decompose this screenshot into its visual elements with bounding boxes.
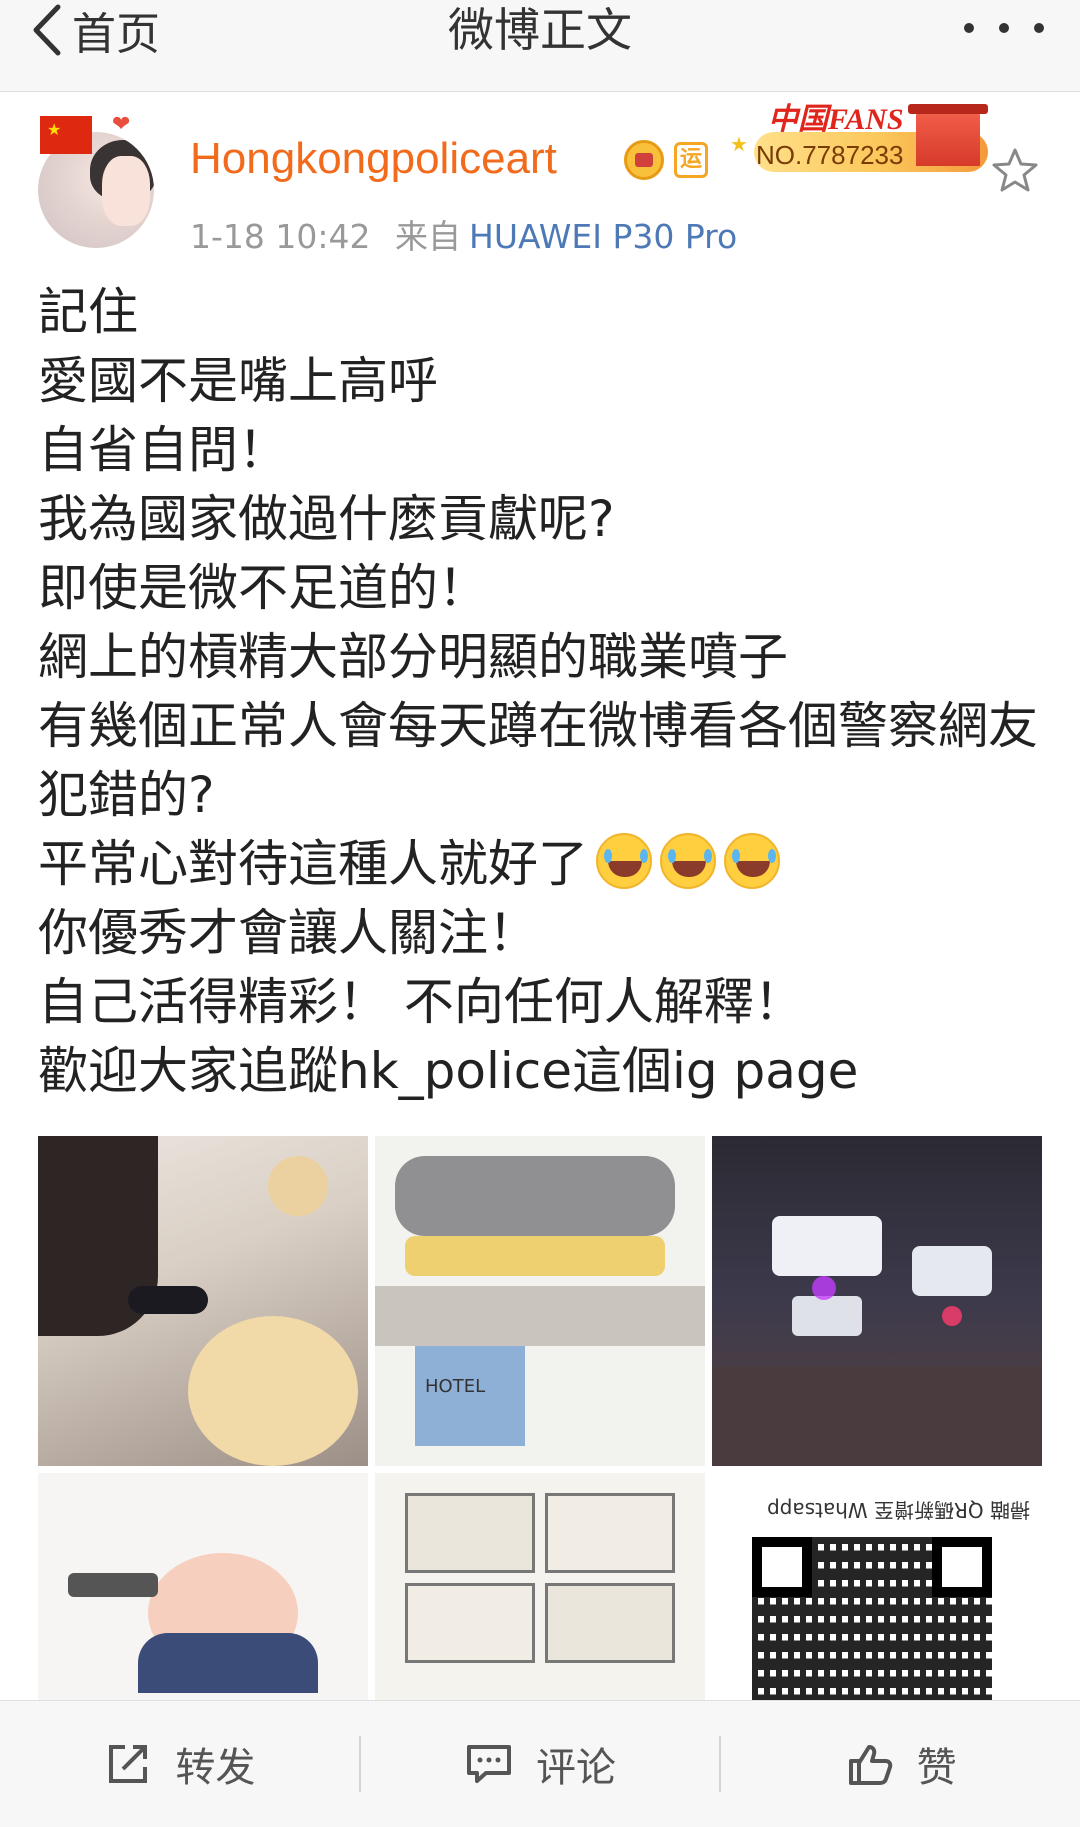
username[interactable]: Hongkongpoliceart (190, 134, 557, 184)
china-flag-icon: ★ (40, 116, 92, 154)
small-star-icon: ★ (730, 132, 748, 156)
van-shape (912, 1246, 992, 1296)
bottom-action-bar: 转发 评论 赞 (0, 1700, 1080, 1827)
image-grid: HOTEL 掃瞄 QR碼新增至 Whatsapp (38, 1136, 1042, 1700)
hearts-decoration-icon: ❤ (112, 112, 131, 137)
content-line: 記住 (38, 283, 138, 341)
comment-button[interactable]: 评论 (361, 1701, 720, 1827)
more-icon-dot (999, 23, 1009, 33)
star-icon[interactable] (990, 146, 1040, 196)
chevron-left-icon (33, 4, 61, 56)
fans-badge[interactable]: 中国FANS NO.7787233 ★ (730, 92, 1004, 184)
cartoon-officer-cap (138, 1633, 318, 1693)
content-line: 自己活得精彩！ 不向任何人解釋！ (38, 973, 804, 1031)
street-buildings (712, 1366, 1042, 1466)
fans-number: NO.7787233 (756, 140, 904, 170)
source-link[interactable]: HUAWEI P30 Pro (469, 217, 737, 256)
sunglasses-shape (128, 1286, 208, 1314)
comment-label: 评论 (536, 1745, 616, 1791)
laugh-cry-emoji-icon (724, 833, 780, 889)
hotel-sign: HOTEL (425, 1376, 486, 1397)
image-thumbnail-comic-panels[interactable] (375, 1473, 705, 1700)
image-thumbnail-qr-code[interactable]: 掃瞄 QR碼新增至 Whatsapp (712, 1473, 1042, 1700)
cartoon-gun (68, 1573, 158, 1597)
van-shape (792, 1296, 862, 1336)
content-line: 愛國不是嘴上高呼 (38, 352, 438, 410)
cartoon-figures (395, 1156, 675, 1236)
tiananmen-icon (908, 104, 988, 166)
qr-caption: 掃瞄 QR碼新增至 Whatsapp (767, 1498, 1030, 1522)
comment-icon (467, 1745, 511, 1783)
comic-panel (405, 1583, 535, 1663)
more-button[interactable] (964, 8, 1044, 48)
laugh-cry-emoji-icon (596, 833, 652, 889)
plush-toy-ear (268, 1156, 328, 1216)
more-icon-dot (1034, 23, 1044, 33)
share-icon (109, 1745, 148, 1783)
from-label: 来自 (395, 217, 461, 256)
comic-panel (545, 1583, 675, 1663)
post-meta: 1-18 10:42 来自 HUAWEI P30 Pro (190, 210, 737, 258)
comic-panel (405, 1493, 535, 1573)
like-label: 赞 (916, 1745, 957, 1791)
police-light (942, 1306, 962, 1326)
page-title: 微博正文 (448, 3, 632, 57)
content-line: 平常心對待這種人就好了 (38, 835, 588, 893)
qr-finder (932, 1537, 992, 1597)
image-thumbnail-cartoon-officer[interactable] (38, 1473, 368, 1700)
top-nav-bar: 首页 微博正文 (0, 0, 1080, 92)
thumbs-up-icon (848, 1745, 892, 1785)
image-thumbnail-cartoon-protest[interactable]: HOTEL (375, 1136, 705, 1466)
image-thumbnail-selfie[interactable] (38, 1136, 368, 1466)
content-line: 我為國家做過什麼貢獻呢? (38, 490, 615, 548)
more-icon (964, 23, 974, 33)
like-button[interactable]: 赞 (721, 1701, 1080, 1827)
back-label: 首页 (72, 9, 160, 60)
image-thumbnail-police-vans[interactable] (712, 1136, 1042, 1466)
post-time: 1-18 10:42 (190, 217, 371, 256)
content-line: 即使是微不足道的！ (38, 559, 488, 617)
yun-badge[interactable]: 运 (674, 142, 708, 178)
plush-toy-shape (188, 1316, 358, 1466)
post-content: 記住 愛國不是嘴上高呼 自省自問！ 我為國家做過什麼貢獻呢? 即使是微不足道的！… (38, 278, 1048, 1106)
crown-icon[interactable] (624, 140, 664, 180)
cartoon-wall (375, 1286, 705, 1346)
content-line-with-emoji: 平常心對待這種人就好了 (38, 830, 1048, 899)
content-line: 歡迎大家追蹤hk_police這個ig page (38, 1042, 859, 1100)
comic-panel (545, 1493, 675, 1573)
police-light (812, 1276, 836, 1300)
fans-brand: 中国FANS (768, 103, 904, 136)
content-line: 網上的槓精大部分明顯的職業噴子 (38, 628, 788, 686)
content-line: 你優秀才會讓人關注！ (38, 904, 538, 962)
van-shape (772, 1216, 882, 1276)
back-button[interactable]: 首页 (30, 0, 160, 60)
avatar-face (102, 156, 150, 226)
laugh-cry-emoji-icon (660, 833, 716, 889)
content-line: 有幾個正常人會每天蹲在微博看各個警察網友犯錯的? (38, 697, 1038, 824)
content-line: 自省自問！ (38, 421, 288, 479)
qr-finder (752, 1537, 812, 1597)
cartoon-banner (405, 1236, 665, 1276)
flag-star: ★ (47, 120, 62, 139)
repost-label: 转发 (175, 1745, 256, 1791)
repost-button[interactable]: 转发 (0, 1701, 359, 1827)
